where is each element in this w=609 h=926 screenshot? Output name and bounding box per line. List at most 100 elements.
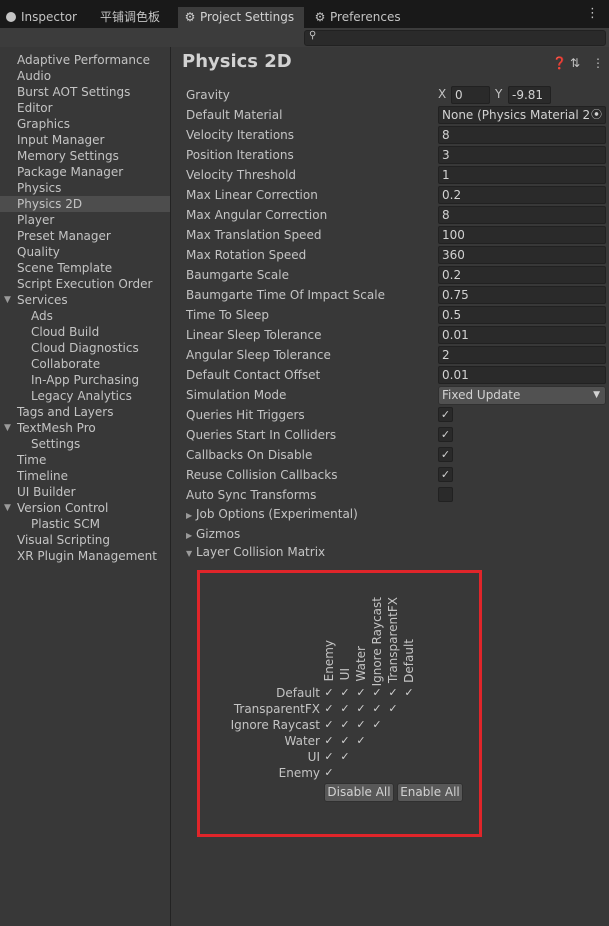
- tab-inspector[interactable]: Inspector: [6, 7, 94, 28]
- sidebar-item-collaborate[interactable]: Collaborate: [0, 356, 170, 372]
- presets-icon[interactable]: ⇅: [570, 56, 580, 70]
- auto-sync-transforms-checkbox[interactable]: [438, 487, 453, 502]
- job-options-foldout[interactable]: ▶ Job Options (Experimental): [186, 507, 358, 521]
- default-contact-offset-field[interactable]: 0.01: [438, 366, 606, 384]
- max-rotation-speed-field[interactable]: 360: [438, 246, 606, 264]
- sidebar-item-label: Audio: [17, 69, 52, 83]
- field-label: Position Iterations: [186, 148, 294, 162]
- layer-collision-matrix-foldout[interactable]: ▼ Layer Collision Matrix: [186, 545, 325, 559]
- queries-hit-triggers-checkbox[interactable]: ✓: [438, 407, 453, 422]
- gravity-x-field[interactable]: 0: [451, 86, 490, 104]
- gravity-x-label[interactable]: X: [438, 86, 446, 102]
- field-label: Baumgarte Time Of Impact Scale: [186, 288, 385, 302]
- chevron-down-icon[interactable]: ▼: [4, 420, 11, 436]
- tab-tile-palette[interactable]: 平铺调色板: [100, 7, 174, 28]
- baumgarte-toi-scale-field[interactable]: 0.75: [438, 286, 606, 304]
- sidebar-item-label: Collaborate: [31, 357, 101, 371]
- sidebar-item-adaptive-performance[interactable]: Adaptive Performance: [0, 52, 170, 68]
- sidebar-item-time[interactable]: Time: [0, 452, 170, 468]
- sidebar-item-label: XR Plugin Management: [17, 549, 157, 563]
- baumgarte-scale-field[interactable]: 0.2: [438, 266, 606, 284]
- sidebar-item-services[interactable]: ▼ Services: [0, 292, 170, 308]
- gravity-row: Gravity X 0 Y -9.81: [186, 86, 606, 106]
- sidebar-item-ui-builder[interactable]: UI Builder: [0, 484, 170, 500]
- gravity-y-label[interactable]: Y: [495, 86, 502, 102]
- sidebar-item-cloud-build[interactable]: Cloud Build: [0, 324, 170, 340]
- sidebar-item-timeline[interactable]: Timeline: [0, 468, 170, 484]
- sidebar-item-version-control[interactable]: ▼ Version Control: [0, 500, 170, 516]
- highlight-box: [197, 570, 482, 837]
- sidebar-item-textmesh-pro[interactable]: ▼ TextMesh Pro: [0, 420, 170, 436]
- angular-sleep-tolerance-row: Angular Sleep Tolerance 2: [186, 346, 606, 366]
- tab-label: 平铺调色板: [100, 10, 161, 24]
- sidebar-item-physics[interactable]: Physics: [0, 180, 170, 196]
- chevron-down-icon[interactable]: ▼: [4, 292, 11, 308]
- queries-hit-triggers-row: Queries Hit Triggers ✓: [186, 406, 606, 426]
- sidebar-item-scene-template[interactable]: Scene Template: [0, 260, 170, 276]
- sidebar-item-burst-aot-settings[interactable]: Burst AOT Settings: [0, 84, 170, 100]
- sidebar-item-xr-plugin-management[interactable]: XR Plugin Management: [0, 548, 170, 564]
- sidebar-item-label: TextMesh Pro: [17, 421, 96, 435]
- sidebar-item-quality[interactable]: Quality: [0, 244, 170, 260]
- position-iterations-field[interactable]: 3: [438, 146, 606, 164]
- callbacks-on-disable-checkbox[interactable]: ✓: [438, 447, 453, 462]
- chevron-down-icon: ▼: [593, 390, 600, 400]
- reuse-collision-callbacks-checkbox[interactable]: ✓: [438, 467, 453, 482]
- chevron-right-icon: ▶: [186, 511, 193, 520]
- velocity-threshold-field[interactable]: 1: [438, 166, 606, 184]
- tab-preferences[interactable]: ⚙ Preferences: [314, 7, 414, 28]
- sidebar-item-textmesh-settings[interactable]: Settings: [0, 436, 170, 452]
- velocity-iterations-field[interactable]: 8: [438, 126, 606, 144]
- sidebar-item-memory-settings[interactable]: Memory Settings: [0, 148, 170, 164]
- tab-project-settings[interactable]: ⚙ Project Settings: [178, 7, 304, 28]
- angular-sleep-tolerance-field[interactable]: 2: [438, 346, 606, 364]
- linear-sleep-tolerance-field[interactable]: 0.01: [438, 326, 606, 344]
- sidebar-item-label: Physics 2D: [17, 197, 83, 211]
- window-menu-icon[interactable]: ⋮: [586, 7, 599, 20]
- sidebar-item-legacy-analytics[interactable]: Legacy Analytics: [0, 388, 170, 404]
- field-label: Velocity Threshold: [186, 168, 297, 182]
- sidebar-item-label: Tags and Layers: [17, 405, 114, 419]
- sidebar-item-graphics[interactable]: Graphics: [0, 116, 170, 132]
- sidebar-item-label: Quality: [17, 245, 60, 259]
- sidebar-item-script-execution-order[interactable]: Script Execution Order: [0, 276, 170, 292]
- foldout-label: Layer Collision Matrix: [196, 545, 326, 559]
- sidebar-item-editor[interactable]: Editor: [0, 100, 170, 116]
- sidebar-item-physics-2d[interactable]: Physics 2D: [0, 196, 170, 212]
- gizmos-foldout[interactable]: ▶ Gizmos: [186, 527, 240, 541]
- queries-start-in-colliders-checkbox[interactable]: ✓: [438, 427, 453, 442]
- time-to-sleep-row: Time To Sleep 0.5: [186, 306, 606, 326]
- search-input[interactable]: ⚲: [304, 30, 606, 46]
- sidebar-item-cloud-diagnostics[interactable]: Cloud Diagnostics: [0, 340, 170, 356]
- sidebar-item-label: Cloud Build: [31, 325, 100, 339]
- sidebar-item-audio[interactable]: Audio: [0, 68, 170, 84]
- default-material-row: Default Material None (Physics Material …: [186, 106, 606, 126]
- chevron-down-icon[interactable]: ▼: [4, 500, 11, 516]
- sidebar-item-in-app-purchasing[interactable]: In-App Purchasing: [0, 372, 170, 388]
- sidebar-item-player[interactable]: Player: [0, 212, 170, 228]
- gravity-y-field[interactable]: -9.81: [508, 86, 551, 104]
- time-to-sleep-field[interactable]: 0.5: [438, 306, 606, 324]
- sidebar-item-visual-scripting[interactable]: Visual Scripting: [0, 532, 170, 548]
- object-picker-icon[interactable]: ⦿: [591, 107, 602, 123]
- default-material-field[interactable]: None (Physics Material 2D ⦿: [438, 106, 606, 124]
- max-angular-correction-row: Max Angular Correction 8: [186, 206, 606, 226]
- simulation-mode-dropdown[interactable]: Fixed Update ▼: [438, 386, 606, 405]
- sidebar-item-ads[interactable]: Ads: [0, 308, 170, 324]
- more-icon[interactable]: ⋮: [592, 56, 604, 70]
- sidebar-item-tags-and-layers[interactable]: Tags and Layers: [0, 404, 170, 420]
- toggle-label: Queries Start In Colliders: [186, 428, 337, 442]
- velocity-iterations-row: Velocity Iterations 8: [186, 126, 606, 146]
- auto-sync-transforms-row: Auto Sync Transforms: [186, 486, 606, 506]
- sidebar-item-preset-manager[interactable]: Preset Manager: [0, 228, 170, 244]
- baumgarte-toi-scale-row: Baumgarte Time Of Impact Scale 0.75: [186, 286, 606, 306]
- sidebar-item-input-manager[interactable]: Input Manager: [0, 132, 170, 148]
- sidebar-item-plastic-scm[interactable]: Plastic SCM: [0, 516, 170, 532]
- max-linear-correction-field[interactable]: 0.2: [438, 186, 606, 204]
- help-icon[interactable]: ❓: [552, 56, 567, 70]
- max-angular-correction-field[interactable]: 8: [438, 206, 606, 224]
- sidebar-item-label: Version Control: [17, 501, 109, 515]
- sidebar-item-label: Scene Template: [17, 261, 113, 275]
- sidebar-item-package-manager[interactable]: Package Manager: [0, 164, 170, 180]
- max-translation-speed-field[interactable]: 100: [438, 226, 606, 244]
